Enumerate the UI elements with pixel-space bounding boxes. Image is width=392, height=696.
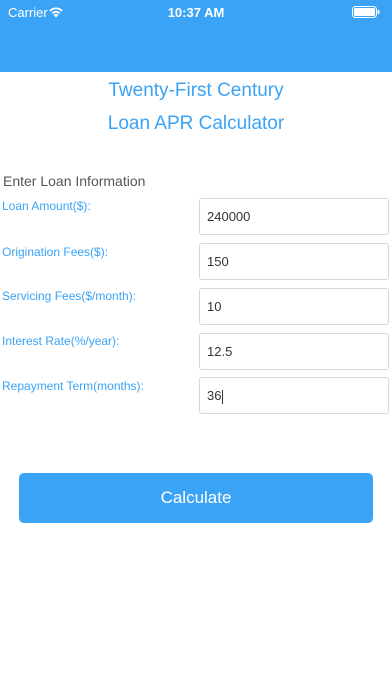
app-title-line-1: Twenty-First Century — [108, 80, 284, 101]
servicing-fees-value: 10 — [207, 299, 222, 314]
origination-fees-value: 150 — [207, 254, 229, 269]
app-title-line-2: Loan APR Calculator — [107, 113, 285, 134]
servicing-fees-input[interactable]: 10 — [199, 288, 389, 325]
repayment-term-input[interactable]: 36 — [199, 377, 389, 414]
interest-rate-input[interactable]: 12.5 — [199, 333, 389, 370]
status-row: Carrier 10:37 AM — [0, 4, 392, 22]
servicing-fees-label: Servicing Fees($/month): — [2, 289, 137, 303]
repayment-term-value: 36 — [207, 388, 222, 403]
status-bar: Carrier 10:37 AM — [0, 0, 392, 72]
origination-fees-label: Origination Fees($): — [2, 245, 109, 259]
clock: 10:37 AM — [167, 5, 225, 20]
loan-amount-value: 240000 — [207, 209, 251, 224]
repayment-term-label: Repayment Term(months): — [2, 379, 144, 393]
text-cursor — [222, 389, 224, 404]
loan-amount-label: Loan Amount($): — [2, 199, 91, 213]
origination-fees-input[interactable]: 150 — [199, 243, 389, 280]
section-title: Enter Loan Information — [3, 173, 146, 189]
loan-amount-input[interactable]: 240000 — [199, 198, 389, 235]
calculate-button[interactable]: Calculate — [19, 473, 373, 523]
interest-rate-label: Interest Rate(%/year): — [2, 334, 120, 348]
battery-icon — [352, 6, 380, 18]
interest-rate-value: 12.5 — [207, 344, 233, 359]
